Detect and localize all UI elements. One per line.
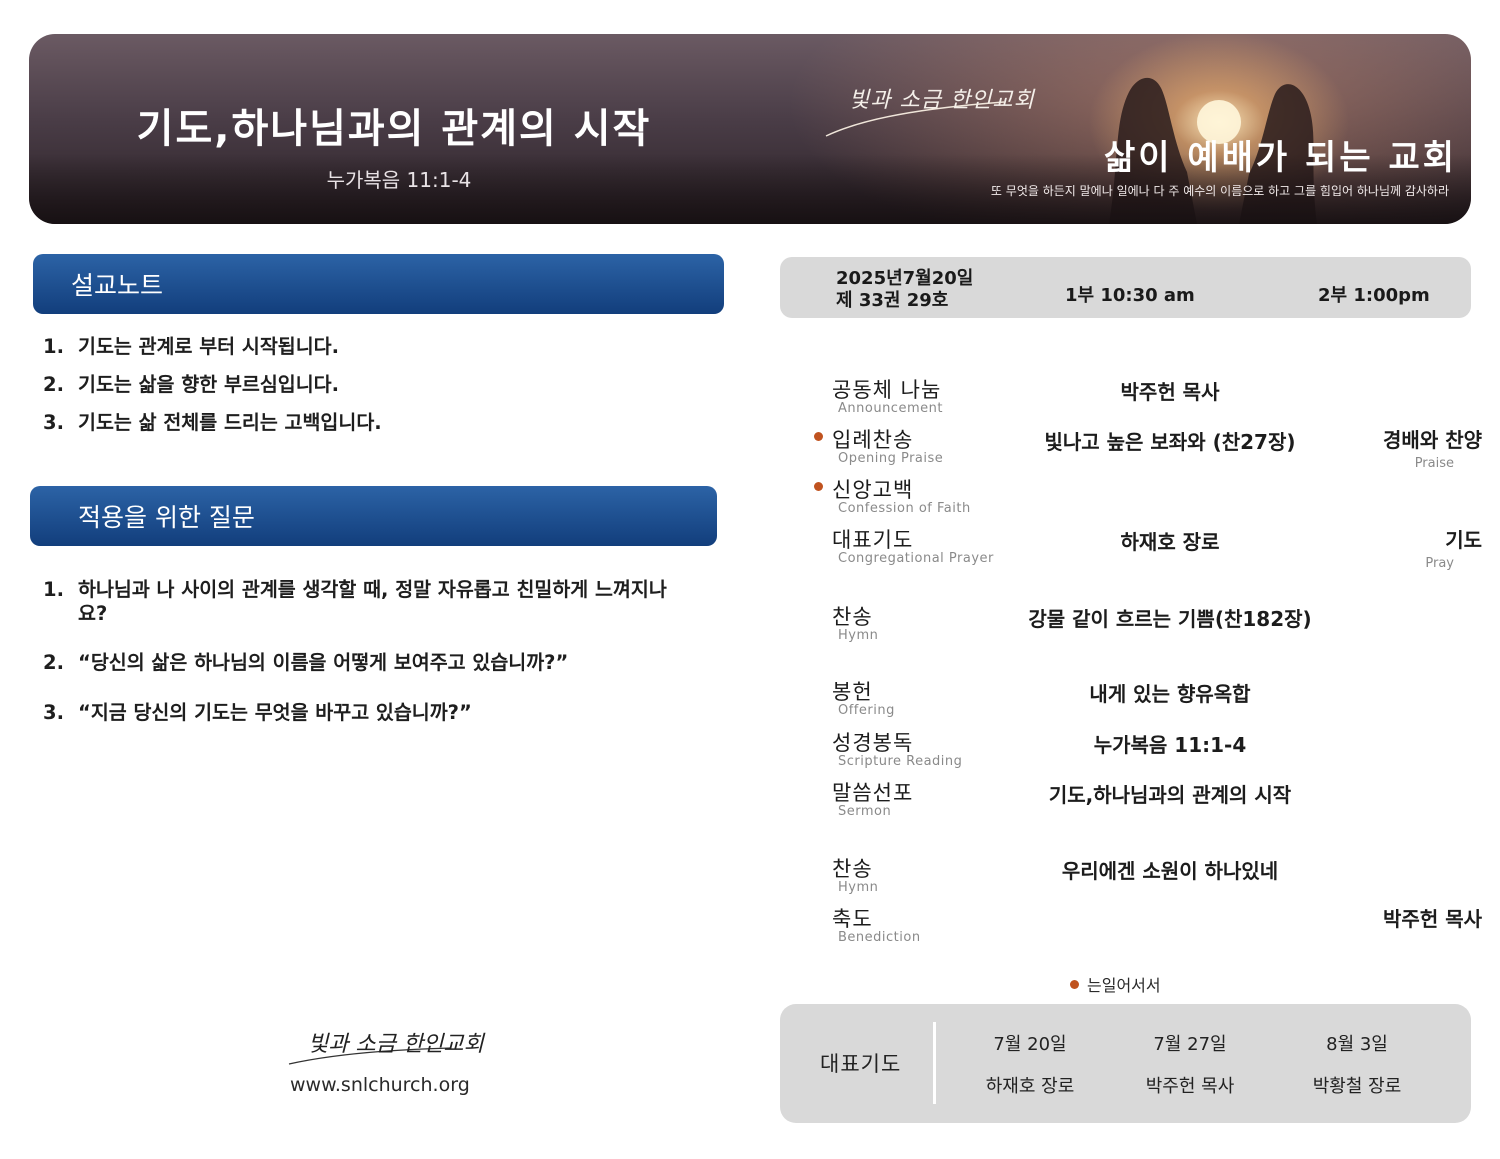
service-time-1: 1부 10:30 am: [1065, 285, 1195, 306]
prayer-rota-entry: 8월 3일 박황철 장로: [1312, 1034, 1402, 1097]
divider: [933, 1022, 936, 1104]
order-item-benediction: 축도 Benediction 박주헌 목사: [832, 907, 1482, 945]
prayer-rota-entry: 7월 27일 박주헌 목사: [1145, 1034, 1235, 1097]
church-logo-text: 빛과 소금 한인교회: [849, 88, 1035, 113]
list-item: 2. 기도는 삶을 향한 부르심입니다.: [43, 373, 339, 396]
motto-verse: 또 무엇을 하든지 말에나 일에나 다 주 예수의 이름으로 하고 그를 힘입어…: [990, 184, 1449, 198]
order-item-sermon: 말씀선포 Sermon 기도,하나님과의 관계의 시작: [832, 781, 1292, 819]
list-item: 2. “당신의 삶은 하나님의 이름을 어떻게 보여주고 있습니까?”: [43, 651, 569, 674]
application-questions-heading: 적용을 위한 질문: [30, 486, 717, 546]
header-banner: 기도,하나님과의 관계의 시작 누가복음 11:1-4 빛과 소금 한인교회 삶…: [29, 34, 1471, 224]
list-item: 1. 기도는 관계로 부터 시작됩니다.: [43, 335, 339, 358]
order-item-offering: 봉헌 Offering 내게 있는 향유옥합: [832, 680, 1251, 718]
prayer-rota-entry: 7월 20일 하재호 장로: [985, 1034, 1075, 1097]
standing-dot-icon: [814, 482, 823, 491]
order-item-closing-hymn: 찬송 Hymn 우리에겐 소원이 하나있네: [832, 857, 1279, 895]
order-item-prayer: 대표기도 Congregational Prayer 하재호 장로 기도 Pra…: [832, 528, 1482, 571]
list-item: 3. “지금 당신의 기도는 무엇을 바꾸고 있습니까?”: [43, 701, 472, 724]
bulletin-info-bar: 2025년7월20일 제 33권 29호 1부 10:30 am 2부 1:00…: [780, 257, 1471, 318]
bulletin-volume: 제 33권 29호: [836, 290, 949, 311]
order-item-scripture: 성경봉독 Scripture Reading 누가복음 11:1-4: [832, 731, 1247, 769]
sermon-title: 기도,하나님과의 관계의 시작: [136, 106, 652, 152]
prayer-rota-title: 대표기도: [820, 1052, 902, 1076]
sermon-notes-heading: 설교노트: [33, 254, 724, 314]
service-time-2: 2부 1:00pm: [1318, 285, 1430, 306]
prayer-rota-panel: 대표기도 7월 20일 하재호 장로 7월 27일 박주헌 목사 8월 3일 박…: [780, 1004, 1471, 1123]
standing-dot-icon: [814, 432, 823, 441]
standing-note: 는일어서서: [1070, 972, 1161, 996]
order-item-opening-praise: 입례찬송 Opening Praise 빛나고 높은 보좌와 (찬27장) 경배…: [780, 424, 1500, 474]
sermon-scripture: 누가복음 11:1-4: [326, 168, 472, 192]
list-item: 1. 하나님과 나 사이의 관계를 생각할 때, 정말 자유롭고 친밀하게 느껴지…: [43, 578, 667, 625]
order-item-hymn: 찬송 Hymn 강물 같이 흐르는 기쁨(찬182장): [832, 605, 1312, 643]
bulletin-date: 2025년7월20일 제 33권 29호: [836, 268, 974, 311]
order-item-announcement: 공동체 나눔 Announcement 박주헌 목사: [832, 378, 1220, 416]
order-item-confession: 신앙고백 Confession of Faith: [780, 474, 1500, 524]
footer-logo-text: 빛과 소금 한인교회: [308, 1032, 484, 1057]
list-item: 3. 기도는 삶 전체를 드리는 고백입니다.: [43, 411, 382, 434]
church-motto: 삶이 예배가 되는 교회: [1103, 138, 1457, 178]
church-website-link[interactable]: www.snlchurch.org: [290, 1074, 470, 1096]
application-questions-list: 1. 하나님과 나 사이의 관계를 생각할 때, 정말 자유롭고 친밀하게 느껴지…: [43, 578, 683, 750]
standing-dot-icon: [1070, 980, 1079, 989]
sermon-notes-list: 1. 기도는 관계로 부터 시작됩니다. 2. 기도는 삶을 향한 부르심입니다. …: [43, 334, 703, 448]
